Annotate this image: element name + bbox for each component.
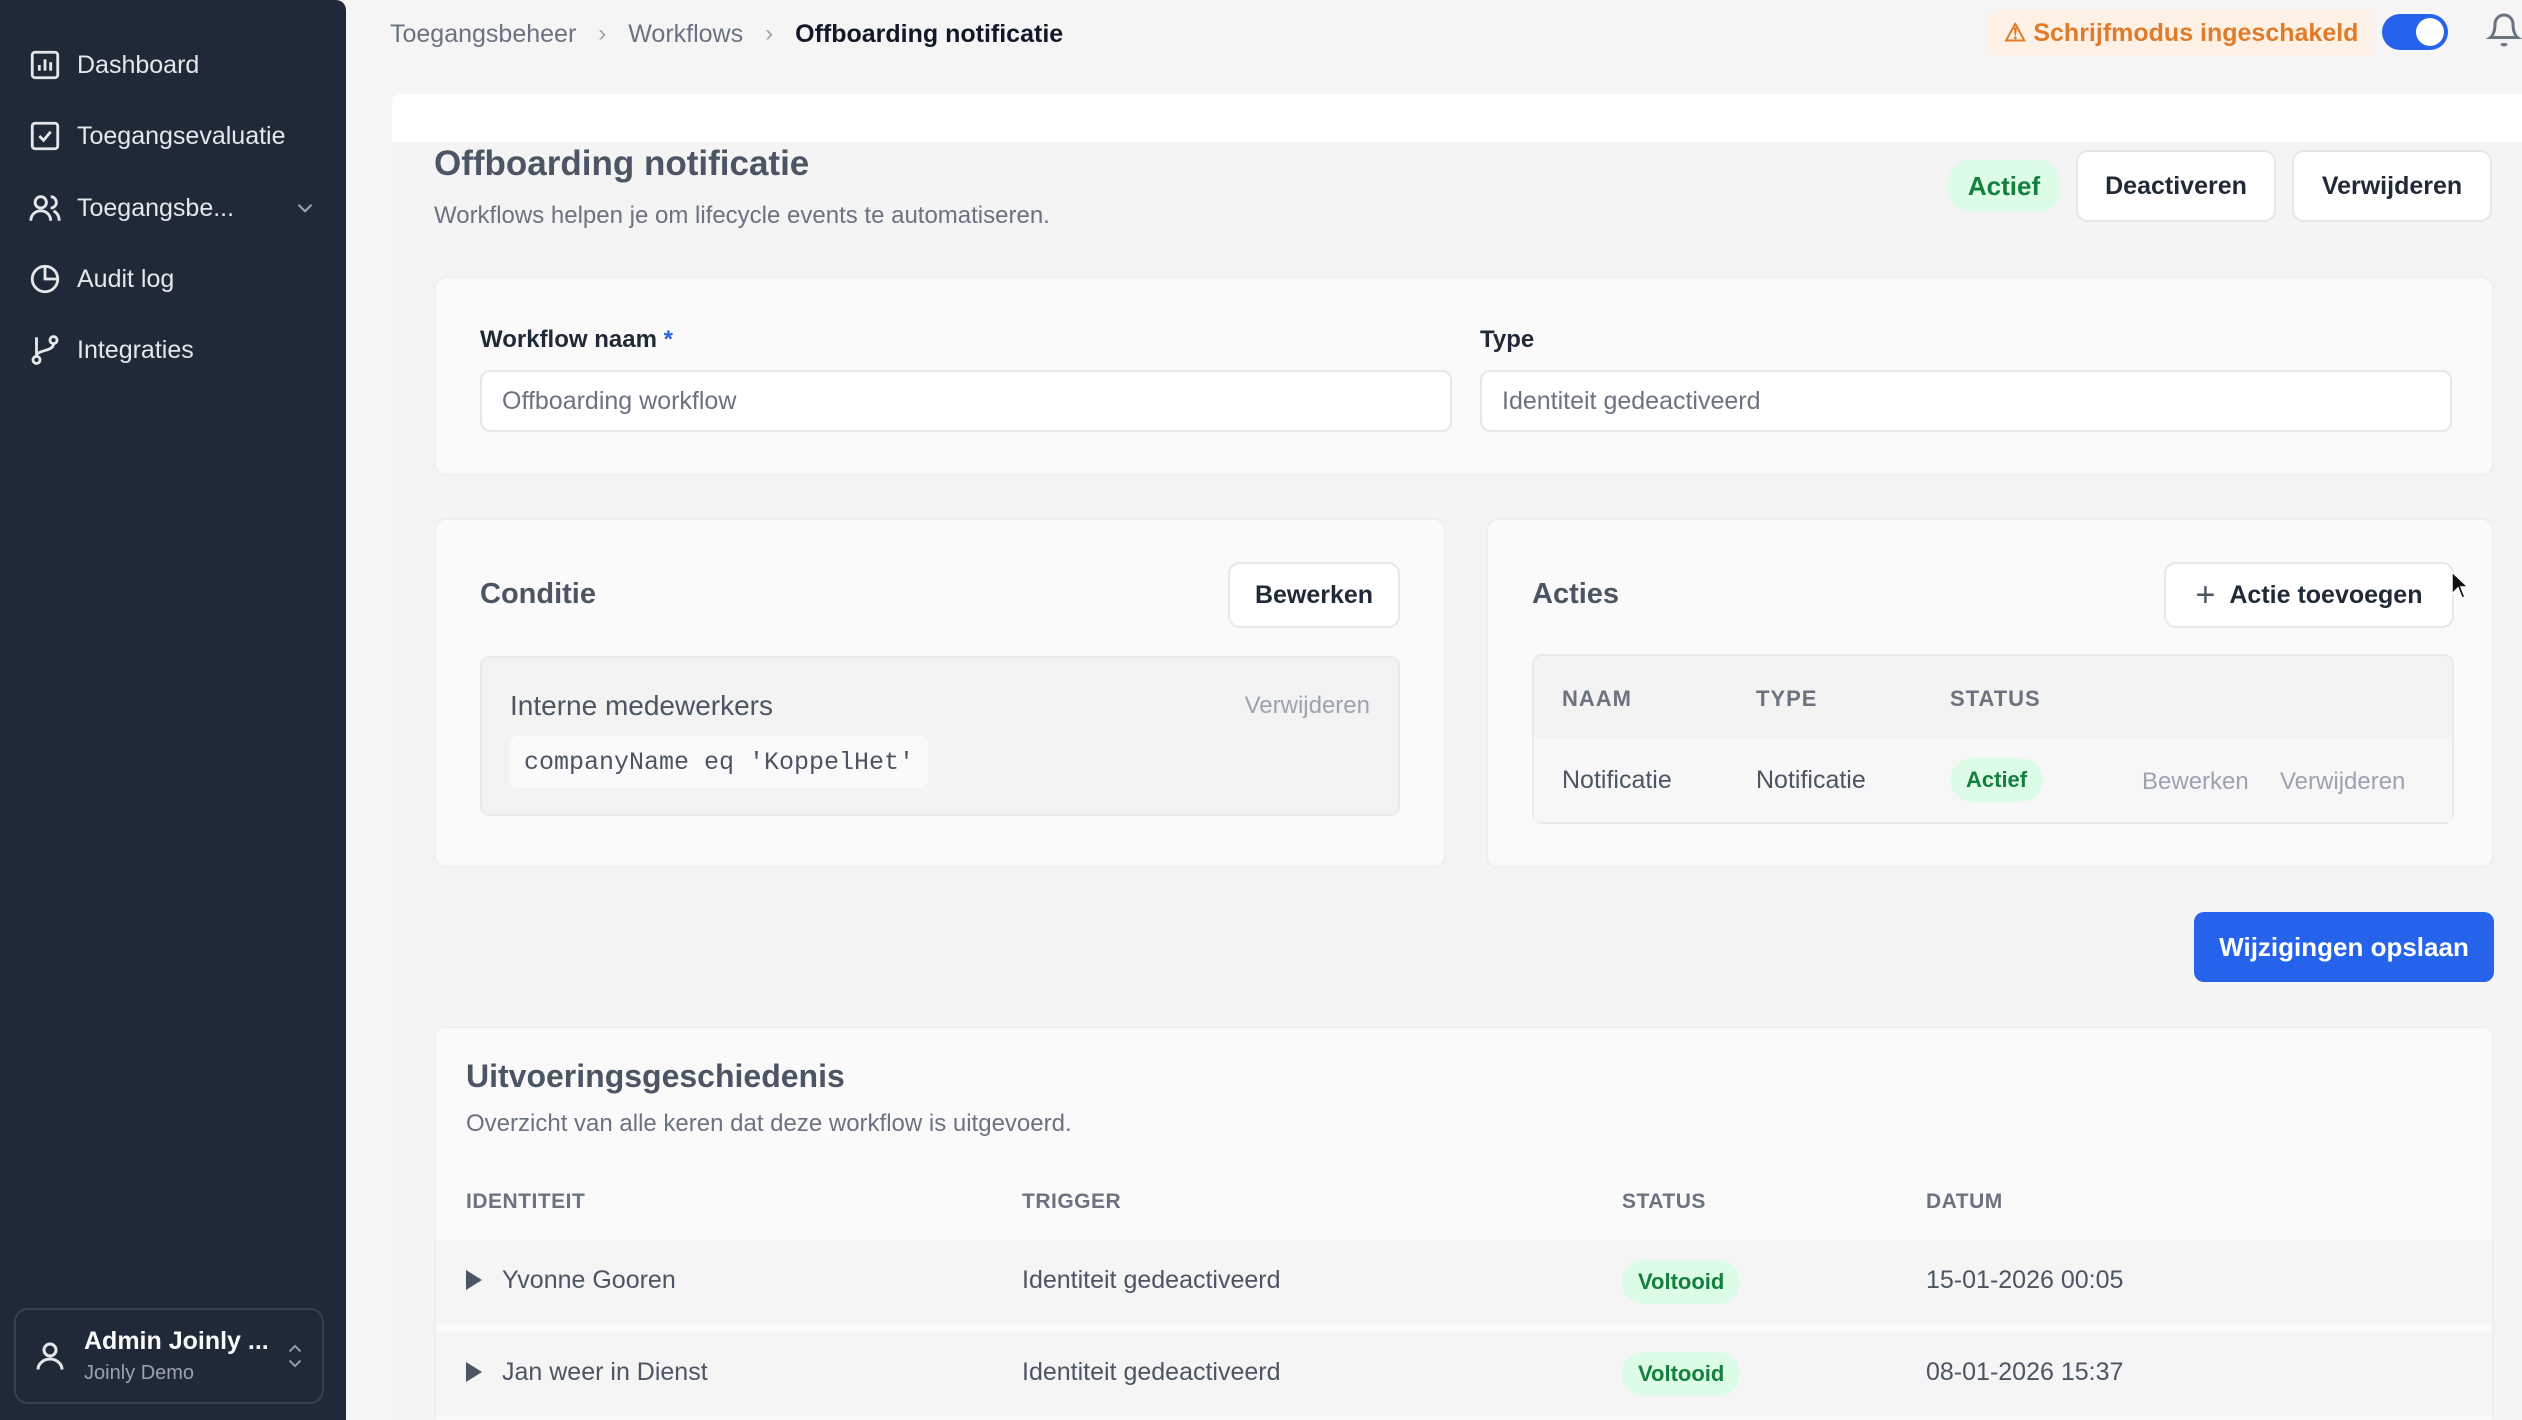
workflow-name-label: Workflow naam * bbox=[480, 326, 673, 354]
sidebar-item-audit-log[interactable]: Audit log bbox=[28, 254, 318, 304]
expand-caret-icon[interactable] bbox=[466, 1362, 482, 1382]
mouse-cursor-icon bbox=[2451, 570, 2470, 599]
sidebar-item-label: Toegangsbe... bbox=[77, 193, 235, 222]
sidebar-item-label: Integraties bbox=[77, 335, 194, 364]
users-icon bbox=[29, 195, 61, 221]
sidebar-item-toegangsevaluatie[interactable]: Toegangsevaluatie bbox=[28, 111, 318, 161]
expand-caret-icon[interactable] bbox=[466, 1270, 482, 1290]
write-mode-toggle[interactable] bbox=[2382, 14, 2448, 50]
workflow-name-input[interactable]: Offboarding workflow bbox=[480, 370, 1452, 432]
sidebar-item-label: Audit log bbox=[77, 264, 175, 293]
save-changes-button[interactable]: Wijzigingen opslaan bbox=[2194, 912, 2494, 982]
history-identity: Yvonne Gooren bbox=[502, 1266, 676, 1294]
bar-chart-icon bbox=[30, 50, 60, 80]
git-branch-icon bbox=[31, 335, 59, 365]
edit-action-link[interactable]: Bewerken bbox=[2142, 768, 2249, 796]
sidebar-item-label: Dashboard bbox=[77, 50, 200, 79]
workflow-name-label-text: Workflow naam bbox=[480, 326, 657, 353]
status-badge: Actief bbox=[1948, 160, 2060, 212]
page-title: Offboarding notificatie bbox=[434, 144, 810, 183]
breadcrumb-workflows[interactable]: Workflows bbox=[628, 20, 743, 49]
table-row[interactable]: Yvonne Gooren Identiteit gedeactiveerd V… bbox=[436, 1240, 2492, 1324]
column-header: STATUS bbox=[1950, 686, 2041, 711]
table-row: Notificatie Notificatie Actief Bewerken … bbox=[1534, 738, 2452, 822]
column-header: DATUM bbox=[1926, 1190, 2003, 1213]
plus-icon: + bbox=[2195, 575, 2216, 614]
checkbox-icon bbox=[30, 121, 60, 151]
delete-workflow-button[interactable]: Verwijderen bbox=[2292, 150, 2492, 222]
actions-panel: Acties + Actie toevoegen NAAM TYPE STATU… bbox=[1486, 518, 2494, 868]
add-action-button[interactable]: + Actie toevoegen bbox=[2164, 562, 2454, 628]
history-subtitle: Overzicht van alle keren dat deze workfl… bbox=[466, 1110, 1072, 1137]
column-header: TYPE bbox=[1756, 686, 1818, 711]
action-status-badge: Actief bbox=[1950, 758, 2044, 802]
workflow-form: Workflow naam * Offboarding workflow Typ… bbox=[434, 276, 2494, 476]
condition-title: Conditie bbox=[480, 578, 596, 610]
history-trigger: Identiteit gedeactiveerd bbox=[1022, 1358, 1281, 1386]
chevron-down-icon[interactable] bbox=[292, 195, 318, 221]
condition-item: Interne medewerkers Verwijderen companyN… bbox=[480, 656, 1400, 816]
table-row[interactable]: Jan weer in Dienst Identiteit gedeactive… bbox=[436, 1332, 2492, 1416]
breadcrumb-toegangsbeheer[interactable]: Toegangsbeheer bbox=[390, 20, 576, 49]
history-status-badge: Voltooid bbox=[1622, 1260, 1741, 1304]
sidebar-item-label: Toegangsevaluatie bbox=[77, 121, 286, 150]
history-identity: Jan weer in Dienst bbox=[502, 1358, 708, 1386]
column-header: NAAM bbox=[1562, 686, 1632, 711]
sidebar-item-toegangsbeheer[interactable]: Toegangsbe... bbox=[28, 183, 318, 233]
required-marker: * bbox=[663, 326, 673, 353]
sidebar: Dashboard Toegangsevaluatie Toegangsbe..… bbox=[0, 0, 346, 1420]
history-title: Uitvoeringsgeschiedenis bbox=[466, 1058, 845, 1094]
user-icon bbox=[36, 1342, 64, 1370]
execution-history: Uitvoeringsgeschiedenis Overzicht van al… bbox=[434, 1026, 2494, 1420]
user-info: Admin Joinly ... Joinly Demo bbox=[84, 1327, 269, 1385]
page-subtitle: Workflows helpen je om lifecycle events … bbox=[434, 202, 1050, 229]
user-name: Admin Joinly ... bbox=[84, 1327, 269, 1355]
delete-condition-link[interactable]: Verwijderen bbox=[1245, 692, 1370, 720]
sidebar-item-integraties[interactable]: Integraties bbox=[28, 325, 318, 375]
pie-chart-icon bbox=[30, 264, 60, 294]
sidebar-item-dashboard[interactable]: Dashboard bbox=[28, 40, 318, 90]
action-name: Notificatie bbox=[1562, 766, 1672, 794]
history-date: 08-01-2026 15:37 bbox=[1926, 1358, 2124, 1386]
condition-panel: Conditie Bewerken Interne medewerkers Ve… bbox=[434, 518, 1446, 868]
history-date: 15-01-2026 00:05 bbox=[1926, 1266, 2124, 1294]
add-action-label: Actie toevoegen bbox=[2229, 580, 2423, 609]
user-org: Joinly Demo bbox=[84, 1362, 195, 1384]
actions-title: Acties bbox=[1532, 578, 1620, 610]
breadcrumb: Toegangsbeheer › Workflows › Offboarding… bbox=[390, 16, 1063, 52]
column-header: IDENTITEIT bbox=[466, 1190, 586, 1213]
write-mode-badge: ⚠ Schrijfmodus ingeschakeld bbox=[1988, 10, 2375, 56]
type-field[interactable]: Identiteit gedeactiveerd bbox=[1480, 370, 2452, 432]
actions-table: NAAM TYPE STATUS Notificatie Notificatie… bbox=[1532, 654, 2454, 824]
deactivate-button[interactable]: Deactiveren bbox=[2076, 150, 2276, 222]
action-type: Notificatie bbox=[1756, 766, 1866, 794]
user-menu[interactable]: Admin Joinly ... Joinly Demo bbox=[14, 1308, 324, 1404]
condition-expression: companyName eq 'KoppelHet' bbox=[510, 736, 929, 788]
delete-action-link[interactable]: Verwijderen bbox=[2280, 768, 2405, 796]
chevron-right-icon: › bbox=[598, 20, 607, 47]
chevron-up-down-icon bbox=[288, 1344, 302, 1368]
main-content-top bbox=[392, 94, 2522, 142]
bell-icon[interactable] bbox=[2486, 12, 2522, 48]
history-status-badge: Voltooid bbox=[1622, 1352, 1741, 1396]
history-trigger: Identiteit gedeactiveerd bbox=[1022, 1266, 1281, 1294]
column-header: TRIGGER bbox=[1022, 1190, 1122, 1213]
chevron-right-icon: › bbox=[765, 20, 774, 47]
type-label: Type bbox=[1480, 326, 1535, 353]
breadcrumb-current: Offboarding notificatie bbox=[795, 19, 1064, 48]
condition-name: Interne medewerkers bbox=[510, 690, 774, 721]
column-header: STATUS bbox=[1622, 1190, 1706, 1213]
edit-condition-button[interactable]: Bewerken bbox=[1228, 562, 1400, 628]
